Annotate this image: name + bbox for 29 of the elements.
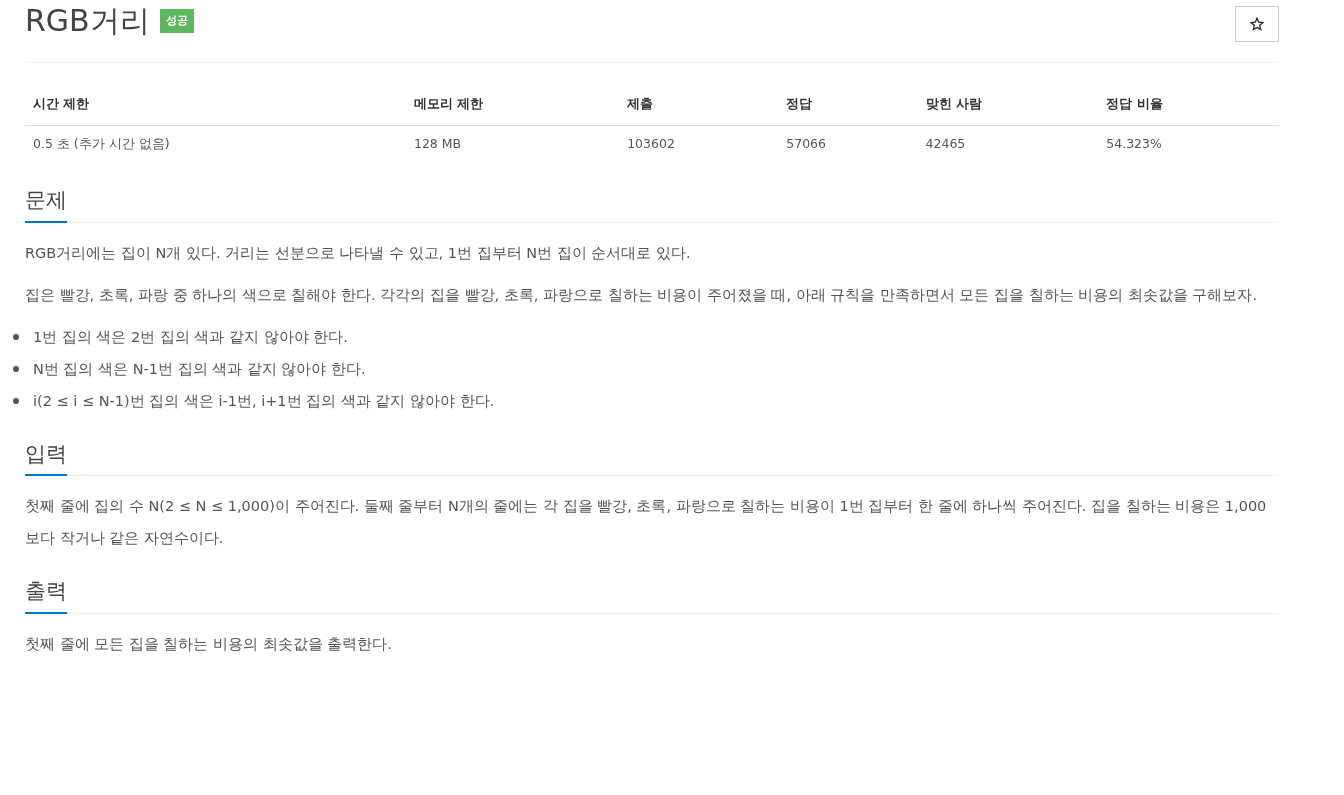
paragraph: 첫째 줄에 모든 집을 칠하는 비용의 최솟값을 출력한다. — [25, 634, 393, 654]
bullet-icon — [13, 333, 19, 340]
column-header: 정답 — [778, 85, 918, 125]
paragraph: 첫째 줄에 집의 수 N(2 ≤ N ≤ 1,000)이 주어진다. 둘째 줄부터 N개의 줄에는 각 집을 빨강, 초록, 파랑으로 칠하는 비용이 1번 집부터 한 줄에 하나씩 주어진다. 집을 칠하는 비용은 1,000보다 작거나 같은 자연수이다. — [25, 497, 1268, 548]
list-item-text: N번 집의 색은 N-1번 집의 색과 같지 않아야 한다. — [33, 359, 366, 379]
column-header: 정답 비율 — [1098, 85, 1279, 125]
column-header: 시간 제한 — [25, 85, 406, 125]
table-cell: 42465 — [917, 125, 1099, 163]
column-header: 메모리 제한 — [405, 85, 620, 125]
paragraph: 집은 빨강, 초록, 파랑 중 하나의 색으로 칠해야 한다. 각각의 집을 빨강, 초록, 파랑으로 칠하는 비용이 주어졌을 때, 아래 규칙을 만족하면서 모든 집을 칠하는 비용의 최솟값을 구해보자. — [25, 285, 1259, 305]
list-item-text: i(2 ≤ i ≤ N-1)번 집의 색은 i-1번, i+1번 집의 색과 같지 않아야 한다. — [33, 391, 495, 411]
list-item-text: 1번 집의 색은 2번 집의 색과 같지 않아야 한다. — [33, 327, 348, 347]
column-header: 맞힌 사람 — [917, 85, 1099, 125]
paragraph: RGB거리에는 집이 N개 있다. 거리는 선분으로 나타낼 수 있고, 1번 집부터 N번 집이 순서대로 있다. — [25, 243, 692, 263]
table-cell: 128 MB — [405, 125, 620, 163]
section-heading: 문제 — [25, 185, 67, 223]
table-cell: 0.5 초 (추가 시간 없음) — [25, 125, 406, 163]
section-heading: 입력 — [25, 438, 67, 476]
bullet-icon — [13, 397, 19, 404]
table-cell: 54.323% — [1098, 125, 1279, 163]
star-icon — [1250, 17, 1264, 31]
favorite-button[interactable] — [1235, 6, 1279, 42]
bullet-icon — [13, 365, 19, 372]
section-heading: 출력 — [25, 576, 67, 614]
table-cell: 103602 — [619, 125, 779, 163]
problem-title: RGB거리 — [25, 6, 150, 36]
status-badge: 성공 — [159, 8, 194, 34]
table-cell: 57066 — [778, 125, 918, 163]
column-header: 제출 — [619, 85, 779, 125]
